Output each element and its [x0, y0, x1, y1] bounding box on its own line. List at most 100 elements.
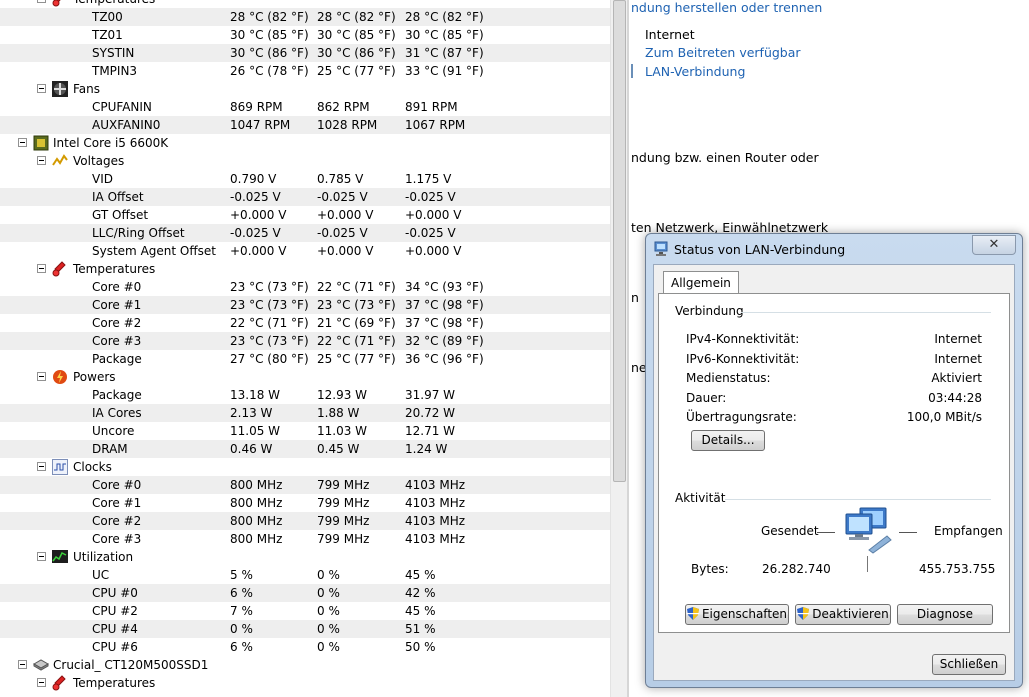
network-adapter-icon: [631, 64, 641, 78]
tree-scrollbar[interactable]: [610, 0, 627, 697]
sensor-row[interactable]: CPU #2 7 % 0 % 45 %: [0, 602, 610, 620]
sensor-value: 6 %: [230, 586, 253, 600]
sensor-row[interactable]: Package 13.18 W 12.93 W 31.97 W: [0, 386, 610, 404]
collapse-toggle-icon[interactable]: [37, 678, 46, 687]
deactivate-button[interactable]: Deaktivieren: [795, 604, 891, 625]
sensor-row[interactable]: LLC/Ring Offset -0.025 V -0.025 V -0.025 V: [0, 224, 610, 242]
collapse-toggle-icon[interactable]: [37, 552, 46, 561]
sensor-row[interactable]: Core #3 800 MHz 799 MHz 4103 MHz: [0, 530, 610, 548]
sensor-row[interactable]: Core #2 800 MHz 799 MHz 4103 MHz: [0, 512, 610, 530]
sensor-label: Uncore: [92, 424, 135, 438]
collapse-toggle-icon[interactable]: [37, 264, 46, 273]
sensor-row[interactable]: TZ00 28 °C (82 °F) 28 °C (82 °F) 28 °C (82 …: [0, 8, 610, 26]
sensor-label: DRAM: [92, 442, 128, 456]
tree-scrollbar-thumb[interactable]: [613, 0, 626, 482]
sensor-row[interactable]: TMPIN3 26 °C (78 °F) 25 °C (77 °F) 33 °C (9…: [0, 62, 610, 80]
sensor-row[interactable]: GT Offset +0.000 V +0.000 V +0.000 V: [0, 206, 610, 224]
sensor-max: 1067 RPM: [405, 118, 466, 132]
sensor-row[interactable]: Core #1 800 MHz 799 MHz 4103 MHz: [0, 494, 610, 512]
field-value: Internet: [934, 351, 982, 366]
sensor-group-node[interactable]: Temperatures: [0, 260, 610, 278]
collapse-toggle-icon[interactable]: [37, 372, 46, 381]
sensor-tree[interactable]: Temperatures TZ00 28 °C (82 °F) 28 °C (82 °…: [0, 0, 610, 697]
sensor-row[interactable]: System Agent Offset +0.000 V +0.000 V +0.00…: [0, 242, 610, 260]
sensor-value: 30 °C (86 °F): [230, 46, 309, 60]
sensor-label: UC: [92, 568, 110, 582]
field-label: Medienstatus:: [686, 371, 771, 385]
device-node[interactable]: Intel Core i5 6600K: [0, 134, 610, 152]
pane-divider[interactable]: [627, 0, 629, 697]
collapse-toggle-icon[interactable]: [37, 84, 46, 93]
sensor-group-node[interactable]: Clocks: [0, 458, 610, 476]
sensor-min: 22 °C (71 °F): [317, 280, 396, 294]
device-node[interactable]: Crucial_ CT120M500SSD1: [0, 656, 610, 674]
sensor-row[interactable]: Package 27 °C (80 °F) 25 °C (77 °F) 36 °C (…: [0, 350, 610, 368]
sensor-group-node[interactable]: Temperatures: [0, 674, 610, 692]
sensor-label: CPUFANIN: [92, 100, 152, 114]
sensor-value: 7 %: [230, 604, 253, 618]
sensor-group-node[interactable]: Temperatures: [0, 0, 610, 8]
sensor-row[interactable]: Core #0 800 MHz 799 MHz 4103 MHz: [0, 476, 610, 494]
sensor-row[interactable]: CPU #0 6 % 0 % 42 %: [0, 584, 610, 602]
sensor-row[interactable]: IA Cores 2.13 W 1.88 W 20.72 W: [0, 404, 610, 422]
sensor-label: CPU #6: [92, 640, 138, 654]
sensor-row[interactable]: Core #2 22 °C (71 °F) 21 °C (69 °F) 37 °C (…: [0, 314, 610, 332]
close-button[interactable]: Schließen: [932, 654, 1006, 675]
sensor-group-node[interactable]: Utilization: [0, 548, 610, 566]
sensor-row[interactable]: Core #3 23 °C (73 °F) 22 °C (71 °F) 32 °C (…: [0, 332, 610, 350]
sensor-value: 13.18 W: [230, 388, 281, 402]
sensor-row[interactable]: IA Offset -0.025 V -0.025 V -0.025 V: [0, 188, 610, 206]
sensor-value: 869 RPM: [230, 100, 283, 114]
sensor-label: Core #2: [92, 316, 142, 330]
sensor-value: 23 °C (73 °F): [230, 280, 309, 294]
sensor-value: 28 °C (82 °F): [230, 10, 309, 24]
sensor-label: SYSTIN: [92, 46, 135, 60]
sensor-label: LLC/Ring Offset: [92, 226, 185, 240]
field-label: IPv4-Konnektivität:: [686, 332, 800, 346]
lan-connection-link[interactable]: LAN-Verbindung: [645, 64, 745, 79]
diagnose-button[interactable]: Diagnose: [897, 604, 993, 625]
sensor-row[interactable]: Core #1 23 °C (73 °F) 23 °C (73 °F) 37 °C (…: [0, 296, 610, 314]
collapse-toggle-icon[interactable]: [18, 660, 27, 669]
close-icon[interactable]: ✕: [972, 235, 1016, 255]
sensor-label: Core #1: [92, 298, 142, 312]
connect-disconnect-link[interactable]: ndung herstellen oder trennen: [631, 0, 822, 15]
router-text: ndung bzw. einen Router oder: [631, 150, 819, 165]
fan-icon: [52, 81, 68, 97]
tab-allgemein[interactable]: Allgemein: [663, 271, 739, 294]
sensor-row[interactable]: UC 5 % 0 % 45 %: [0, 566, 610, 584]
cpu-icon: [33, 135, 49, 151]
sensor-min: 28 °C (82 °F): [317, 10, 396, 24]
sensor-label: Core #1: [92, 496, 142, 510]
tab-panel-allgemein: Verbindung IPv4-Konnektivität: Internet IP…: [658, 293, 1010, 633]
sensor-max: 51 %: [405, 622, 436, 636]
join-available-link[interactable]: Zum Beitreten verfügbar: [645, 45, 801, 60]
dialog-body: Allgemein Verbindung IPv4-Konnektivität:…: [653, 264, 1015, 681]
sensor-row[interactable]: CPUFANIN 869 RPM 862 RPM 891 RPM: [0, 98, 610, 116]
lan-status-dialog: Status von LAN-Verbindung ✕ Allgemein Ve…: [645, 233, 1023, 688]
sensor-row[interactable]: Core #0 23 °C (73 °F) 22 °C (71 °F) 34 °C (…: [0, 278, 610, 296]
collapse-toggle-icon[interactable]: [37, 0, 46, 3]
sensor-row[interactable]: Uncore 11.05 W 11.03 W 12.71 W: [0, 422, 610, 440]
sensor-row[interactable]: TZ01 30 °C (85 °F) 30 °C (85 °F) 30 °C (85 …: [0, 26, 610, 44]
sensor-row[interactable]: DRAM 0.46 W 0.45 W 1.24 W: [0, 440, 610, 458]
sensor-row[interactable]: CPU #6 6 % 0 % 50 %: [0, 638, 610, 656]
properties-button[interactable]: Eigenschaften: [685, 604, 789, 625]
sensor-row[interactable]: SYSTIN 30 °C (86 °F) 30 °C (86 °F) 31 °C (8…: [0, 44, 610, 62]
sensor-value: -0.025 V: [230, 190, 281, 204]
sensor-max: 4103 MHz: [405, 478, 466, 492]
sensor-group-node[interactable]: Fans: [0, 80, 610, 98]
sensor-group-node[interactable]: Voltages: [0, 152, 610, 170]
sensor-row[interactable]: VID 0.790 V 0.785 V 1.175 V: [0, 170, 610, 188]
sensor-max: 28 °C (82 °F): [405, 10, 484, 24]
network-connection-icon: [654, 241, 668, 256]
details-button[interactable]: Details...: [691, 430, 765, 451]
collapse-toggle-icon[interactable]: [37, 156, 46, 165]
sensor-row[interactable]: CPU #4 0 % 0 % 51 %: [0, 620, 610, 638]
collapse-toggle-icon[interactable]: [37, 462, 46, 471]
sensor-row[interactable]: AUXFANIN0 1047 RPM 1028 RPM 1067 RPM: [0, 116, 610, 134]
sensor-max: -0.025 V: [405, 190, 456, 204]
sensor-group-node[interactable]: Powers: [0, 368, 610, 386]
collapse-toggle-icon[interactable]: [18, 138, 27, 147]
sensor-max: 33 °C (91 °F): [405, 64, 484, 78]
